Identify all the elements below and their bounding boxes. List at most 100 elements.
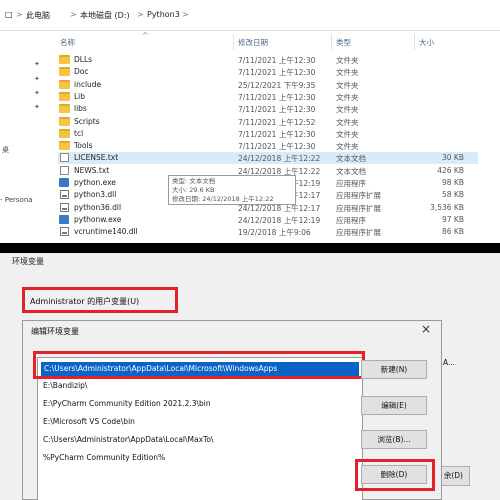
file-type: 应用程序扩展 bbox=[336, 203, 381, 213]
pin-icon: ✦ bbox=[34, 75, 40, 83]
file-type: 文本文档 bbox=[336, 166, 366, 176]
file-date: 7/11/2021 上午12:30 bbox=[238, 56, 316, 65]
dialog-title: 编辑环境变量 bbox=[31, 327, 79, 336]
breadcrumb-this-pc[interactable]: 此电脑 bbox=[26, 10, 50, 21]
file-type: 文件夹 bbox=[336, 80, 359, 90]
path-item[interactable]: E:\Bandizip\ bbox=[43, 381, 87, 390]
file-name: LICENSE.txt bbox=[74, 153, 119, 163]
file-size: 3,536 KB bbox=[430, 202, 464, 212]
folder-pin-icon: □ bbox=[5, 10, 13, 19]
file-size: 86 KB bbox=[442, 227, 464, 237]
path-item[interactable]: E:\Microsoft VS Code\bin bbox=[43, 417, 135, 426]
file-name: vcruntime140.dll bbox=[74, 227, 138, 237]
file-date: 24/12/2018 上午12:19 bbox=[238, 215, 321, 225]
file-name: python36.dll bbox=[74, 202, 122, 212]
breadcrumb-local-disk[interactable]: 本地磁盘 (D:) bbox=[80, 10, 130, 21]
file-name: tcl bbox=[74, 128, 84, 138]
selected-path-highlight bbox=[33, 351, 365, 379]
breadcrumb-separator: > bbox=[70, 10, 77, 19]
column-date[interactable]: 修改日期 bbox=[238, 37, 268, 48]
file-row[interactable]: include 25/12/2021 下午9:35 文件夹 bbox=[58, 79, 478, 91]
path-item[interactable]: %PyCharm Community Edition% bbox=[43, 453, 165, 462]
breadcrumb-separator: > bbox=[16, 10, 23, 19]
tooltip-size: 大小: 29.6 KB bbox=[172, 186, 215, 194]
file-size: 97 KB bbox=[442, 214, 464, 224]
folder-icon bbox=[59, 141, 70, 151]
path-item[interactable]: E:\PyCharm Community Edition 2021.2.3\bi… bbox=[43, 399, 211, 408]
exe-icon bbox=[59, 214, 69, 224]
file-date: 7/11/2021 上午12:52 bbox=[238, 117, 316, 127]
file-row[interactable]: LICENSE.txt 24/12/2018 上午12:22 文本文档 30 KB bbox=[58, 152, 478, 165]
user-variables-label-highlight: Administrator 的用户变量(U) bbox=[22, 287, 178, 313]
folder-icon bbox=[59, 67, 70, 77]
file-name: Scripts bbox=[74, 116, 100, 126]
file-name: pythonw.exe bbox=[74, 214, 122, 224]
delete-button-highlight bbox=[355, 459, 435, 491]
column-name[interactable]: 名称 bbox=[60, 37, 75, 48]
background-button-fragment[interactable]: A... bbox=[443, 358, 455, 367]
tooltip-date: 修改日期: 24/12/2018 上午12:22 bbox=[172, 195, 274, 203]
breadcrumb-python3[interactable]: Python3 bbox=[147, 10, 180, 19]
pin-icon: ✦ bbox=[34, 60, 40, 68]
folder-icon bbox=[59, 128, 70, 138]
file-name: python.exe bbox=[74, 178, 116, 187]
sidebar-desktop-fragment[interactable]: 桌 bbox=[2, 145, 9, 155]
file-row[interactable]: Scripts 7/11/2021 上午12:52 文件夹 bbox=[58, 116, 478, 128]
edit-button[interactable]: 编辑(E) bbox=[361, 396, 427, 415]
edit-env-dialog: 编辑环境变量 × C:\Users\Administrator\AppData\… bbox=[22, 320, 442, 500]
file-row[interactable]: Tools 7/11/2021 上午12:30 文件夹 bbox=[58, 140, 478, 152]
file-explorer-window: □ > 此电脑 > 本地磁盘 (D:) > Python3 > 名称 ^ 修改日… bbox=[0, 0, 500, 243]
file-type: 文件夹 bbox=[336, 129, 359, 139]
breadcrumb-separator: > bbox=[182, 10, 189, 19]
file-date: 24/12/2018 上午12:22 bbox=[238, 154, 321, 164]
tooltip-type: 类型: 文本文档 bbox=[172, 177, 216, 185]
close-icon[interactable]: × bbox=[419, 322, 433, 336]
file-date: 7/11/2021 上午12:30 bbox=[238, 68, 316, 78]
file-date: 7/11/2021 上午12:30 bbox=[238, 142, 316, 152]
pin-icon: ✦ bbox=[34, 89, 40, 97]
pin-icon: ✦ bbox=[34, 103, 40, 111]
text-file-icon bbox=[60, 153, 69, 163]
column-size[interactable]: 大小 bbox=[419, 37, 434, 48]
environment-variables-window: 环境变量 Administrator 的用户变量(U) A... 余(D) 编辑… bbox=[0, 253, 500, 500]
file-row[interactable]: Doc 7/11/2021 上午12:30 文件夹 bbox=[58, 66, 478, 78]
file-type: 文件夹 bbox=[336, 56, 359, 65]
text-file-icon bbox=[60, 165, 69, 175]
column-type[interactable]: 类型 bbox=[336, 37, 351, 48]
file-tooltip: 类型: 文本文档 大小: 29.6 KB 修改日期: 24/12/2018 上午… bbox=[168, 175, 296, 205]
file-name: Doc bbox=[74, 67, 89, 77]
file-row[interactable]: Lib 7/11/2021 上午12:30 文件夹 bbox=[58, 91, 478, 103]
address-bar[interactable]: □ > 此电脑 > 本地磁盘 (D:) > Python3 > bbox=[0, 0, 500, 31]
path-item[interactable]: C:\Users\Administrator\AppData\Local\Max… bbox=[43, 435, 213, 444]
file-row[interactable]: DLLs 7/11/2021 上午12:30 文件夹 bbox=[58, 54, 478, 66]
file-row[interactable]: vcruntime140.dll 19/2/2018 上午9:06 应用程序扩展 86… bbox=[58, 226, 478, 238]
file-size: 426 KB bbox=[437, 165, 464, 175]
file-date: 19/2/2018 上午9:06 bbox=[238, 228, 311, 238]
folder-icon bbox=[59, 55, 70, 64]
env-window-title: 环境变量 bbox=[12, 257, 44, 266]
dll-icon bbox=[60, 202, 69, 212]
folder-icon bbox=[59, 104, 70, 114]
file-name: DLLs bbox=[74, 55, 93, 64]
file-type: 文件夹 bbox=[336, 117, 359, 127]
browse-button[interactable]: 浏览(B)... bbox=[361, 430, 427, 449]
sidebar-personal-fragment[interactable]: - Persona bbox=[0, 196, 33, 204]
file-type: 应用程序 bbox=[336, 179, 366, 188]
file-row[interactable]: pythonw.exe 24/12/2018 上午12:19 应用程序 97 KB bbox=[58, 214, 478, 226]
divider bbox=[0, 243, 500, 253]
sort-up-icon: ^ bbox=[142, 31, 149, 40]
file-type: 文本文档 bbox=[336, 154, 366, 164]
file-name: python3.dll bbox=[74, 190, 117, 200]
file-row[interactable]: tcl 7/11/2021 上午12:30 文件夹 bbox=[58, 128, 478, 140]
path-list[interactable]: C:\Users\Administrator\AppData\Local\Mic… bbox=[33, 351, 365, 500]
file-type: 应用程序扩展 bbox=[336, 191, 381, 201]
file-name: Tools bbox=[74, 141, 93, 151]
new-button[interactable]: 新建(N) bbox=[361, 360, 427, 379]
file-size: 98 KB bbox=[442, 178, 464, 187]
exe-icon bbox=[59, 178, 69, 187]
folder-icon bbox=[59, 79, 70, 89]
file-name: Lib bbox=[74, 91, 86, 101]
folder-icon bbox=[59, 91, 70, 101]
file-row[interactable]: libs 7/11/2021 上午12:30 文件夹 bbox=[58, 103, 478, 115]
file-type: 文件夹 bbox=[336, 142, 359, 152]
